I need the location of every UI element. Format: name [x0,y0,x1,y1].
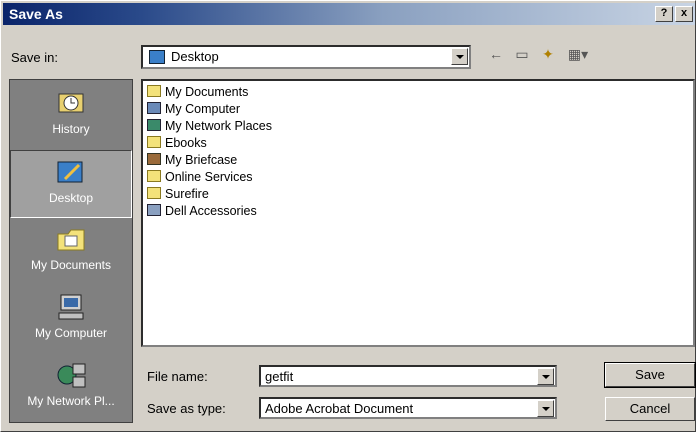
network-places-icon [147,119,161,131]
place-history[interactable]: History [10,82,132,150]
my-documents-icon [57,229,85,251]
close-button[interactable]: x [675,6,693,22]
place-label: My Network Pl... [27,394,115,408]
save-in-value: Desktop [171,49,219,64]
place-my-network-places[interactable]: My Network Pl... [10,354,132,422]
my-documents-icon [147,85,161,97]
save-as-dialog: Save As ? x Save in: Desktop ← ▭ ✦ ▦▾ Hi… [0,0,696,432]
desktop-icon [149,50,165,64]
save-as-type-dropdown[interactable]: Adobe Acrobat Document [259,397,557,419]
title-bar: Save As ? x [3,3,695,25]
program-group-icon [147,204,161,216]
save-as-type-value: Adobe Acrobat Document [265,401,414,416]
list-item[interactable]: My Computer [147,102,240,119]
save-button[interactable]: Save [604,362,696,388]
list-item[interactable]: Dell Accessories [147,204,257,221]
desktop-icon [57,161,83,183]
file-list[interactable]: My Documents My Computer My Network Plac… [141,79,695,347]
file-name-value: getfit [265,369,294,384]
save-as-type-label: Save as type: [147,401,226,416]
back-button[interactable]: ← [485,46,507,66]
briefcase-icon [147,153,161,165]
folder-icon [147,187,161,199]
list-item[interactable]: My Documents [147,85,248,102]
chevron-down-icon[interactable] [451,48,468,65]
folder-icon [147,136,161,148]
my-computer-icon [58,294,84,320]
views-menu-button[interactable]: ▦▾ [563,46,593,66]
new-folder-button[interactable]: ✦ [537,46,559,66]
place-my-documents[interactable]: My Documents [10,218,132,286]
save-in-label: Save in: [11,50,58,65]
list-item[interactable]: Ebooks [147,136,207,153]
chevron-down-icon[interactable] [537,400,554,417]
list-item[interactable]: My Network Places [147,119,272,136]
up-folder-button[interactable]: ▭ [511,46,533,66]
network-places-icon [57,363,86,388]
my-computer-icon [147,102,161,114]
dialog-title: Save As [9,6,63,22]
place-label: My Computer [34,326,108,340]
history-icon [58,93,84,113]
file-name-label: File name: [147,369,208,384]
place-label: My Documents [30,258,112,272]
list-item[interactable]: Surefire [147,187,209,204]
save-in-dropdown[interactable]: Desktop [141,45,471,69]
help-button[interactable]: ? [655,6,673,22]
list-item[interactable]: My Briefcase [147,153,237,170]
folder-icon [147,170,161,182]
place-label: History [52,122,90,136]
list-item[interactable]: Online Services [147,170,253,187]
place-desktop[interactable]: Desktop [10,150,132,218]
cancel-button[interactable]: Cancel [605,397,695,421]
places-bar: History Desktop My Documents My Computer… [9,79,133,423]
place-label: Desktop [48,191,94,205]
chevron-down-icon[interactable] [537,368,554,385]
file-name-field[interactable]: getfit [259,365,557,387]
place-my-computer[interactable]: My Computer [10,286,132,354]
